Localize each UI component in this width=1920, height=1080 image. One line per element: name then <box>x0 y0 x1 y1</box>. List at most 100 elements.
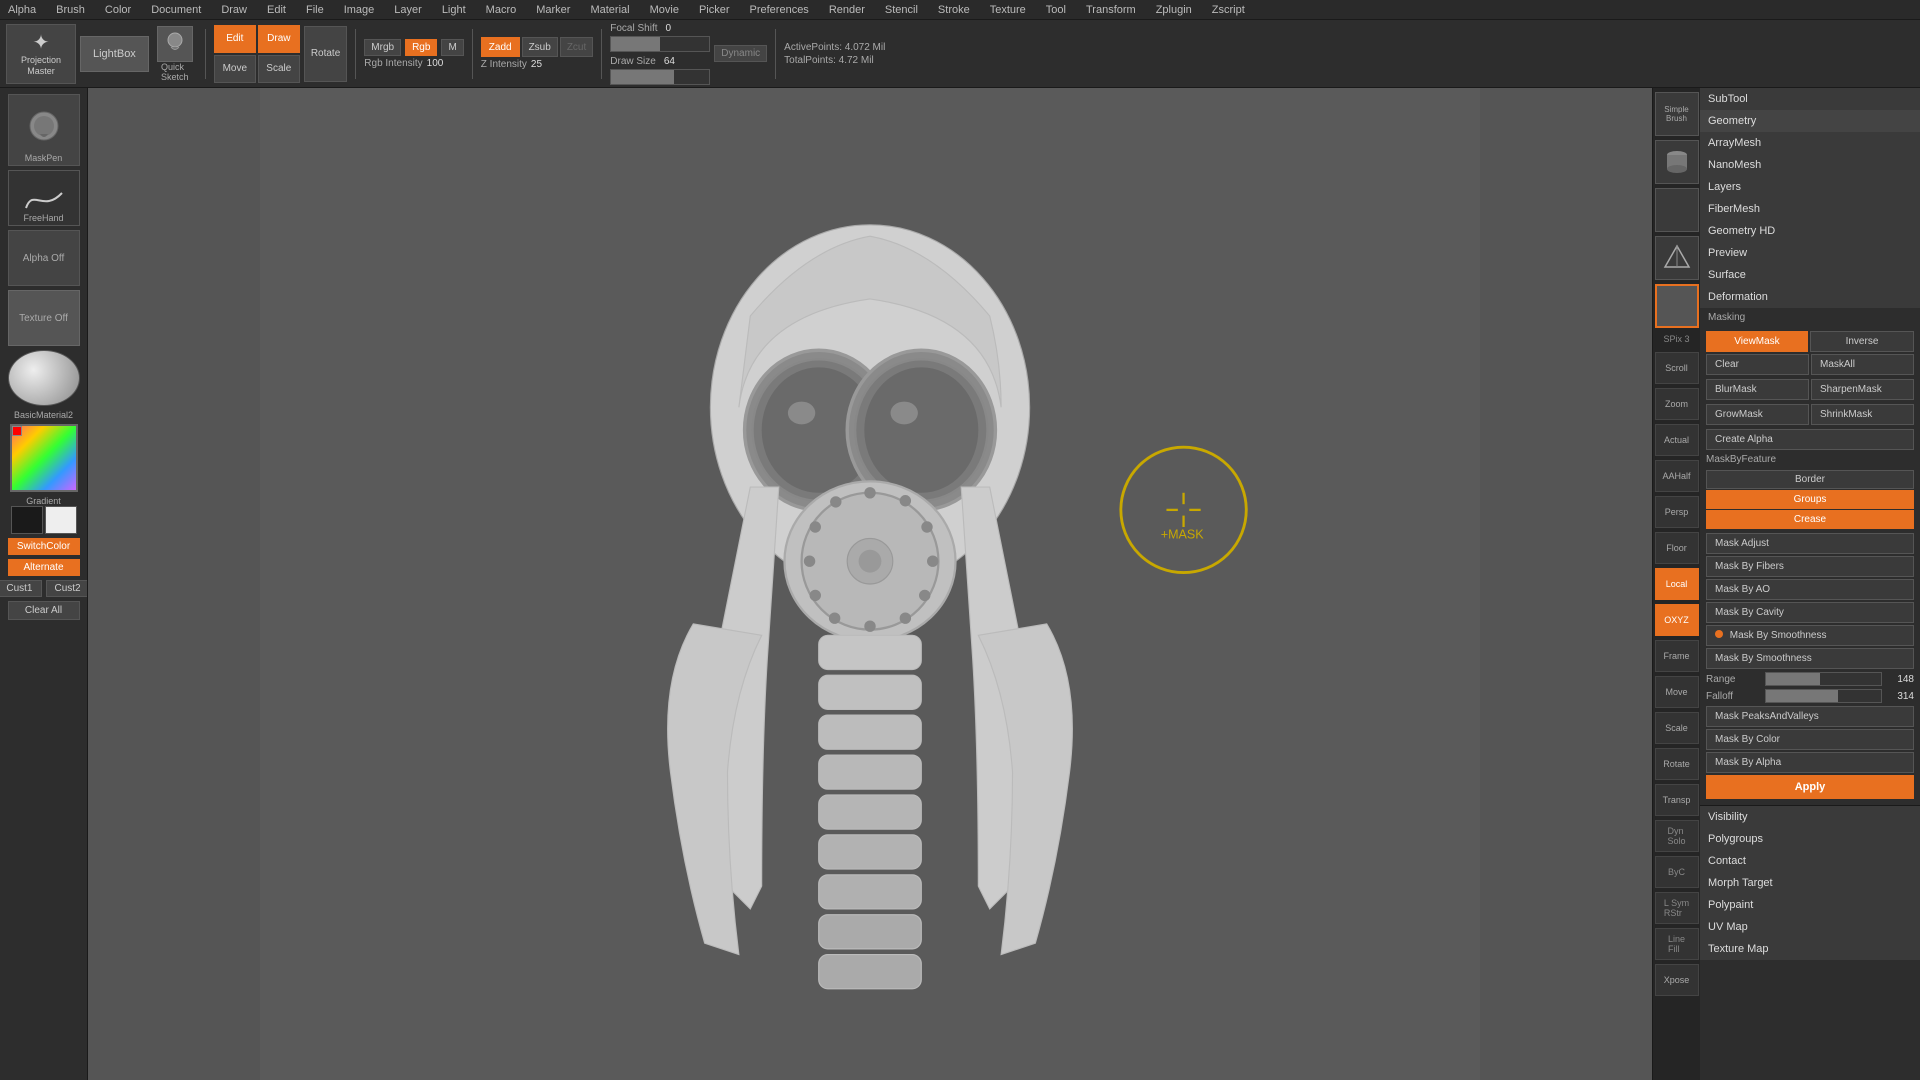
menu-file[interactable]: File <box>302 4 328 16</box>
xyz-button[interactable]: OXYZ <box>1655 604 1699 636</box>
menu-render[interactable]: Render <box>825 4 869 16</box>
scale-button[interactable]: Scale <box>258 55 300 83</box>
switch-color-button[interactable]: SwitchColor <box>8 538 80 555</box>
menu-edit[interactable]: Edit <box>263 4 290 16</box>
edit-button[interactable]: Edit <box>214 25 256 53</box>
fibermesh-header[interactable]: FiberMesh <box>1700 198 1920 220</box>
menu-document[interactable]: Document <box>147 4 205 16</box>
cylinder3d-thumb[interactable] <box>1655 140 1699 184</box>
menu-transform[interactable]: Transform <box>1082 4 1140 16</box>
menu-macro[interactable]: Macro <box>482 4 521 16</box>
active-tool-thumb[interactable] <box>1655 284 1699 328</box>
quick-sketch-button[interactable]: QuickSketch <box>153 22 197 86</box>
menu-brush[interactable]: Brush <box>52 4 89 16</box>
move-button[interactable]: Move <box>214 55 256 83</box>
contact-header[interactable]: Contact <box>1700 850 1920 872</box>
falloff-slider[interactable] <box>1765 689 1882 703</box>
clear-all-button[interactable]: Clear All <box>8 601 80 620</box>
texture-thumbnail[interactable]: Texture Off <box>8 290 80 346</box>
frame-button[interactable]: Frame <box>1655 640 1699 672</box>
polygroups-header[interactable]: Polygroups <box>1700 828 1920 850</box>
create-alpha-button[interactable]: Create Alpha <box>1706 429 1914 450</box>
xpose-button[interactable]: Xpose <box>1655 964 1699 996</box>
aahalf-button[interactable]: AAHalf <box>1655 460 1699 492</box>
floor-button[interactable]: Floor <box>1655 532 1699 564</box>
zsub-button[interactable]: Zsub <box>522 37 558 57</box>
material-thumbnail[interactable] <box>8 350 80 406</box>
preview-header[interactable]: Preview <box>1700 242 1920 264</box>
menu-layer[interactable]: Layer <box>390 4 426 16</box>
scale-icon-button[interactable]: Scale <box>1655 712 1699 744</box>
zadd-button[interactable]: Zadd <box>481 37 520 57</box>
actual-button[interactable]: Actual <box>1655 424 1699 456</box>
viewmask-button[interactable]: ViewMask <box>1706 331 1808 352</box>
visibility-header[interactable]: Visibility <box>1700 806 1920 828</box>
menu-material[interactable]: Material <box>586 4 633 16</box>
viewport[interactable]: +MASK <box>88 88 1652 1080</box>
simple-brush-thumb[interactable]: SimpleBrush <box>1655 92 1699 136</box>
menu-zplugin[interactable]: Zplugin <box>1152 4 1196 16</box>
blurmask-button[interactable]: BlurMask <box>1706 379 1809 400</box>
persp-button[interactable]: Persp <box>1655 496 1699 528</box>
inverse-button[interactable]: Inverse <box>1810 331 1914 352</box>
color-picker[interactable] <box>10 424 78 492</box>
apply-button[interactable]: Apply <box>1706 775 1914 799</box>
mask-by-cavity-button[interactable]: Mask By Cavity <box>1706 602 1914 623</box>
scroll-button[interactable]: Scroll <box>1655 352 1699 384</box>
menu-stroke[interactable]: Stroke <box>934 4 974 16</box>
nanomesh-header[interactable]: NanoMesh <box>1700 154 1920 176</box>
dynamic-button[interactable]: Dynamic <box>714 45 767 62</box>
rotate-button[interactable]: Rotate <box>304 26 347 82</box>
rgb-button[interactable]: Rgb <box>405 39 437 56</box>
draw-button[interactable]: Draw <box>258 25 300 53</box>
dynamic-solo-button[interactable]: DynSolo <box>1655 820 1699 852</box>
polymesh3d-thumb[interactable] <box>1655 236 1699 280</box>
subtool-header[interactable]: SubTool <box>1700 88 1920 110</box>
menu-draw[interactable]: Draw <box>217 4 251 16</box>
arraymesh-header[interactable]: ArrayMesh <box>1700 132 1920 154</box>
rotate-icon-button[interactable]: Rotate <box>1655 748 1699 780</box>
cust2-button[interactable]: Cust2 <box>46 580 89 597</box>
mask-by-color-button[interactable]: Mask By Color <box>1706 729 1914 750</box>
mrgb-button[interactable]: Mrgb <box>364 39 401 56</box>
layers-header[interactable]: Layers <box>1700 176 1920 198</box>
swatch-white[interactable] <box>45 506 77 534</box>
byc-button[interactable]: ByC <box>1655 856 1699 888</box>
growmask-button[interactable]: GrowMask <box>1706 404 1809 425</box>
border-button[interactable]: Border <box>1706 470 1914 489</box>
menu-image[interactable]: Image <box>340 4 379 16</box>
sharpenmask-button[interactable]: SharpenMask <box>1811 379 1914 400</box>
groups-button[interactable]: Groups <box>1706 490 1914 509</box>
lightbox-button[interactable]: LightBox <box>80 36 149 72</box>
menu-color[interactable]: Color <box>101 4 135 16</box>
surface-header[interactable]: Surface <box>1700 264 1920 286</box>
menu-tool[interactable]: Tool <box>1042 4 1070 16</box>
menu-texture[interactable]: Texture <box>986 4 1030 16</box>
maskall-button[interactable]: MaskAll <box>1811 354 1914 375</box>
menu-marker[interactable]: Marker <box>532 4 574 16</box>
m-button[interactable]: M <box>441 39 463 56</box>
draw-size-slider[interactable] <box>610 69 710 85</box>
mask-adjust-button[interactable]: Mask Adjust <box>1706 533 1914 554</box>
menu-light[interactable]: Light <box>438 4 470 16</box>
geometry-hd-header[interactable]: Geometry HD <box>1700 220 1920 242</box>
projection-master-button[interactable]: ✦ ProjectionMaster <box>6 24 76 84</box>
swatch-black[interactable] <box>11 506 43 534</box>
lsym-button[interactable]: L SymRStr <box>1655 892 1699 924</box>
menu-stencil[interactable]: Stencil <box>881 4 922 16</box>
local-button[interactable]: Local <box>1655 568 1699 600</box>
zcut-button[interactable]: Zcut <box>560 37 593 57</box>
alternate-button[interactable]: Alternate <box>8 559 80 576</box>
mask-by-smoothness-button[interactable]: Mask By Smoothness <box>1706 648 1914 669</box>
range-slider[interactable] <box>1765 672 1882 686</box>
mask-by-ao-button[interactable]: Mask By AO <box>1706 579 1914 600</box>
focal-shift-slider[interactable] <box>610 36 710 52</box>
geometry-header[interactable]: Geometry <box>1700 110 1920 132</box>
brush-thumbnail[interactable]: MaskPen <box>8 94 80 166</box>
menu-alpha[interactable]: Alpha <box>4 4 40 16</box>
transp-button[interactable]: Transp <box>1655 784 1699 816</box>
crease-button[interactable]: Crease <box>1706 510 1914 529</box>
menu-preferences[interactable]: Preferences <box>746 4 813 16</box>
mask-by-fibers-button[interactable]: Mask By Fibers <box>1706 556 1914 577</box>
mask-by-alpha-button[interactable]: Mask By Alpha <box>1706 752 1914 773</box>
